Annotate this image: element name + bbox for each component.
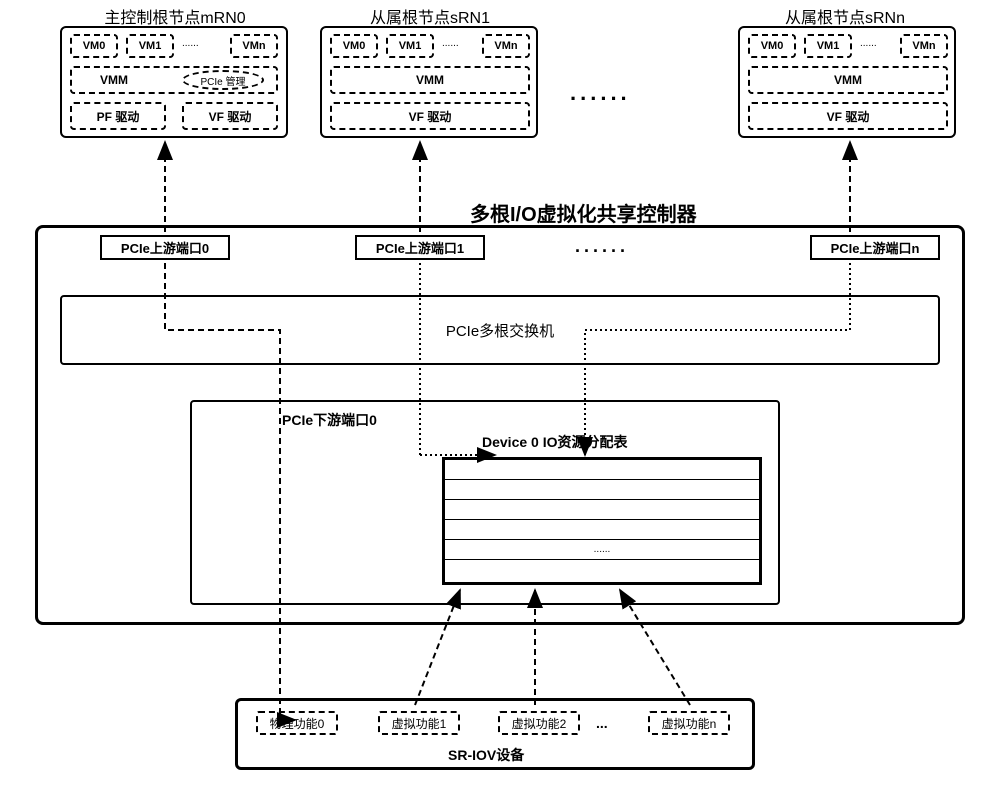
vf-driver-box: VF 驱动 [182, 102, 278, 130]
table-row [445, 460, 759, 480]
vm-box: VMn [482, 34, 530, 58]
dots-icon: ... [596, 715, 608, 731]
virtual-func-box: 虚拟功能n [648, 711, 730, 735]
downstream-port-title: PCIe下游端口0 [282, 410, 377, 430]
master-node-title: 主控制根节点mRN0 [75, 4, 275, 28]
vm-box: VM1 [386, 34, 434, 58]
vf-driver-box: VF 驱动 [748, 102, 948, 130]
table-row [445, 520, 759, 540]
pcie-mgmt-ellipse: PCIe 管理 [182, 70, 264, 90]
slaven-node-title: 从属根节点sRNn [745, 4, 945, 28]
pcie-switch-box: PCIe多根交换机 [60, 295, 940, 365]
slave1-node-box: VM0 VM1 VMn ...... VMM VF 驱动 [320, 26, 538, 138]
table-row: ...... [445, 540, 759, 560]
vmm-box: VMM [748, 66, 948, 94]
controller-title: 多根I/O虚拟化共享控制器 [470, 198, 697, 227]
sriov-box: 物理功能0 虚拟功能1 虚拟功能2 ... 虚拟功能n SR-IOV设备 [235, 698, 755, 770]
vm-box: VMn [230, 34, 278, 58]
table-row [445, 560, 759, 580]
vm-box: VM0 [748, 34, 796, 58]
upstream-port-0: PCIe上游端口0 [100, 235, 230, 260]
dots-between-nodes: ...... [570, 80, 631, 106]
upstream-port-n: PCIe上游端口n [810, 235, 940, 260]
vmm-box: VMM [330, 66, 530, 94]
slaven-node-box: VM0 VM1 VMn ...... VMM VF 驱动 [738, 26, 956, 138]
sriov-title: SR-IOV设备 [448, 745, 524, 765]
virtual-func-box: 虚拟功能1 [378, 711, 460, 735]
pf-driver-box: PF 驱动 [70, 102, 166, 130]
slave1-node-title: 从属根节点sRN1 [330, 4, 530, 28]
vm-box: VM1 [804, 34, 852, 58]
master-node-box: VM0 VM1 VMn ...... VMM PCIe 管理 PF 驱动 VF … [60, 26, 288, 138]
upstream-port-1: PCIe上游端口1 [355, 235, 485, 260]
downstream-port-box: PCIe下游端口0 Device 0 IO资源分配表 ...... [190, 400, 780, 605]
vmm-label: VMM [100, 73, 128, 87]
vm-box: VM0 [70, 34, 118, 58]
dots-icon: ...... [182, 38, 199, 49]
resource-table: ...... [442, 457, 762, 585]
dots-icon: ...... [442, 38, 459, 49]
physical-func-box: 物理功能0 [256, 711, 338, 735]
vm-box: VM0 [330, 34, 378, 58]
vm-box: VM1 [126, 34, 174, 58]
dots-ports: ...... [575, 236, 629, 257]
table-row [445, 500, 759, 520]
resource-table-title: Device 0 IO资源分配表 [482, 432, 628, 452]
dots-icon: ...... [860, 38, 877, 49]
vf-driver-box: VF 驱动 [330, 102, 530, 130]
virtual-func-box: 虚拟功能2 [498, 711, 580, 735]
vm-box: VMn [900, 34, 948, 58]
table-row [445, 480, 759, 500]
